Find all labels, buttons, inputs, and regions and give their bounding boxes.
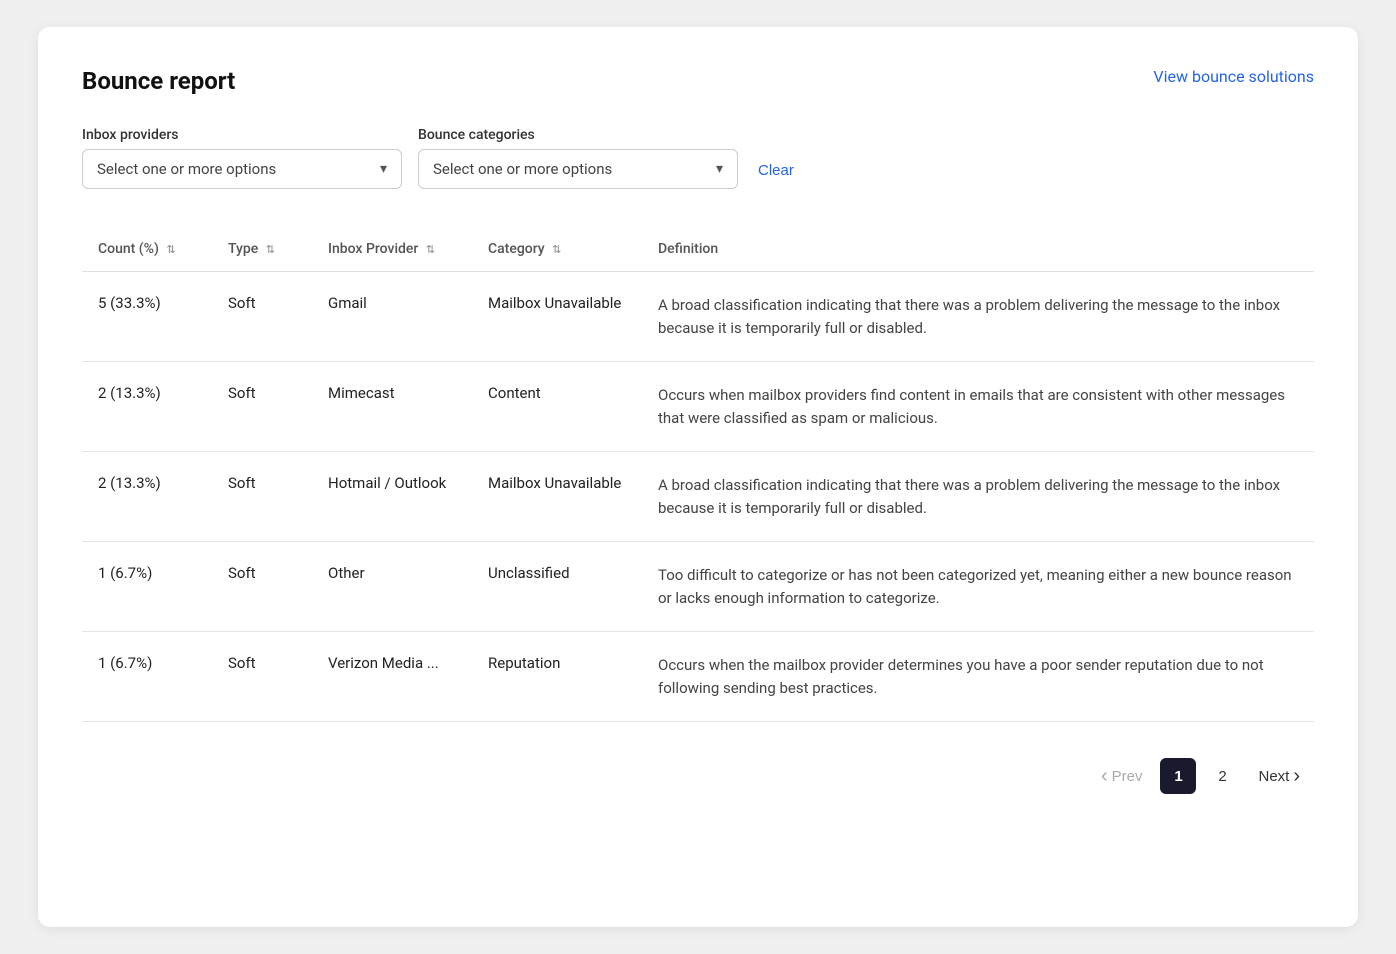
table-row: 2 (13.3%) Soft Hotmail / Outlook Mailbox… bbox=[82, 452, 1314, 542]
table-row: 5 (33.3%) Soft Gmail Mailbox Unavailable… bbox=[82, 272, 1314, 362]
cell-category: Mailbox Unavailable bbox=[472, 272, 642, 362]
bounce-categories-placeholder: Select one or more options bbox=[433, 160, 704, 178]
sort-category-icon: ⇅ bbox=[552, 243, 561, 256]
th-type[interactable]: Type ⇅ bbox=[212, 229, 312, 272]
header-row: Bounce report View bounce solutions bbox=[82, 67, 1314, 95]
sort-type-icon: ⇅ bbox=[266, 243, 275, 256]
table-header-row: Count (%) ⇅ Type ⇅ Inbox Provider ⇅ Cate… bbox=[82, 229, 1314, 272]
th-category[interactable]: Category ⇅ bbox=[472, 229, 642, 272]
cell-count: 2 (13.3%) bbox=[82, 452, 212, 542]
cell-category: Reputation bbox=[472, 632, 642, 722]
inbox-providers-label: Inbox providers bbox=[82, 127, 402, 143]
cell-count: 5 (33.3%) bbox=[82, 272, 212, 362]
cell-category: Unclassified bbox=[472, 542, 642, 632]
cell-type: Soft bbox=[212, 272, 312, 362]
page-2-button[interactable]: 2 bbox=[1204, 758, 1240, 794]
inbox-providers-chevron-down-icon: ▾ bbox=[380, 161, 387, 177]
filters-row: Inbox providers Select one or more optio… bbox=[82, 127, 1314, 189]
pagination: Prev 1 2 Next bbox=[82, 758, 1314, 794]
cell-definition: A broad classification indicating that t… bbox=[642, 452, 1314, 542]
bounce-categories-filter-group: Bounce categories Select one or more opt… bbox=[418, 127, 738, 189]
table-row: 2 (13.3%) Soft Mimecast Content Occurs w… bbox=[82, 362, 1314, 452]
chevron-left-icon bbox=[1101, 765, 1108, 788]
page-1-button[interactable]: 1 bbox=[1160, 758, 1196, 794]
th-inbox-provider[interactable]: Inbox Provider ⇅ bbox=[312, 229, 472, 272]
cell-type: Soft bbox=[212, 632, 312, 722]
inbox-providers-filter-group: Inbox providers Select one or more optio… bbox=[82, 127, 402, 189]
cell-provider: Mimecast bbox=[312, 362, 472, 452]
cell-count: 1 (6.7%) bbox=[82, 632, 212, 722]
cell-definition: Occurs when mailbox providers find conte… bbox=[642, 362, 1314, 452]
th-definition: Definition bbox=[642, 229, 1314, 272]
bounce-categories-select[interactable]: Select one or more options ▾ bbox=[418, 149, 738, 189]
clear-button[interactable]: Clear bbox=[754, 152, 798, 189]
cell-definition: Occurs when the mailbox provider determi… bbox=[642, 632, 1314, 722]
cell-definition: A broad classification indicating that t… bbox=[642, 272, 1314, 362]
bounce-categories-chevron-down-icon: ▾ bbox=[716, 161, 723, 177]
chevron-right-icon bbox=[1293, 765, 1300, 788]
cell-count: 1 (6.7%) bbox=[82, 542, 212, 632]
table-row: 1 (6.7%) Soft Verizon Media ... Reputati… bbox=[82, 632, 1314, 722]
cell-definition: Too difficult to categorize or has not b… bbox=[642, 542, 1314, 632]
view-solutions-link[interactable]: View bounce solutions bbox=[1153, 67, 1314, 86]
cell-provider: Hotmail / Outlook bbox=[312, 452, 472, 542]
cell-type: Soft bbox=[212, 452, 312, 542]
page-title: Bounce report bbox=[82, 67, 235, 95]
next-button[interactable]: Next bbox=[1248, 759, 1310, 794]
bounce-categories-label: Bounce categories bbox=[418, 127, 738, 143]
sort-count-icon: ⇅ bbox=[166, 243, 175, 256]
prev-button[interactable]: Prev bbox=[1091, 759, 1153, 794]
cell-type: Soft bbox=[212, 542, 312, 632]
th-count[interactable]: Count (%) ⇅ bbox=[82, 229, 212, 272]
inbox-providers-placeholder: Select one or more options bbox=[97, 160, 368, 178]
sort-provider-icon: ⇅ bbox=[426, 243, 435, 256]
cell-category: Content bbox=[472, 362, 642, 452]
cell-provider: Verizon Media ... bbox=[312, 632, 472, 722]
inbox-providers-select[interactable]: Select one or more options ▾ bbox=[82, 149, 402, 189]
cell-category: Mailbox Unavailable bbox=[472, 452, 642, 542]
cell-provider: Other bbox=[312, 542, 472, 632]
cell-type: Soft bbox=[212, 362, 312, 452]
bounce-table-container: Count (%) ⇅ Type ⇅ Inbox Provider ⇅ Cate… bbox=[82, 229, 1314, 722]
cell-count: 2 (13.3%) bbox=[82, 362, 212, 452]
cell-provider: Gmail bbox=[312, 272, 472, 362]
bounce-report-card: Bounce report View bounce solutions Inbo… bbox=[38, 27, 1358, 927]
table-row: 1 (6.7%) Soft Other Unclassified Too dif… bbox=[82, 542, 1314, 632]
bounce-table: Count (%) ⇅ Type ⇅ Inbox Provider ⇅ Cate… bbox=[82, 229, 1314, 722]
